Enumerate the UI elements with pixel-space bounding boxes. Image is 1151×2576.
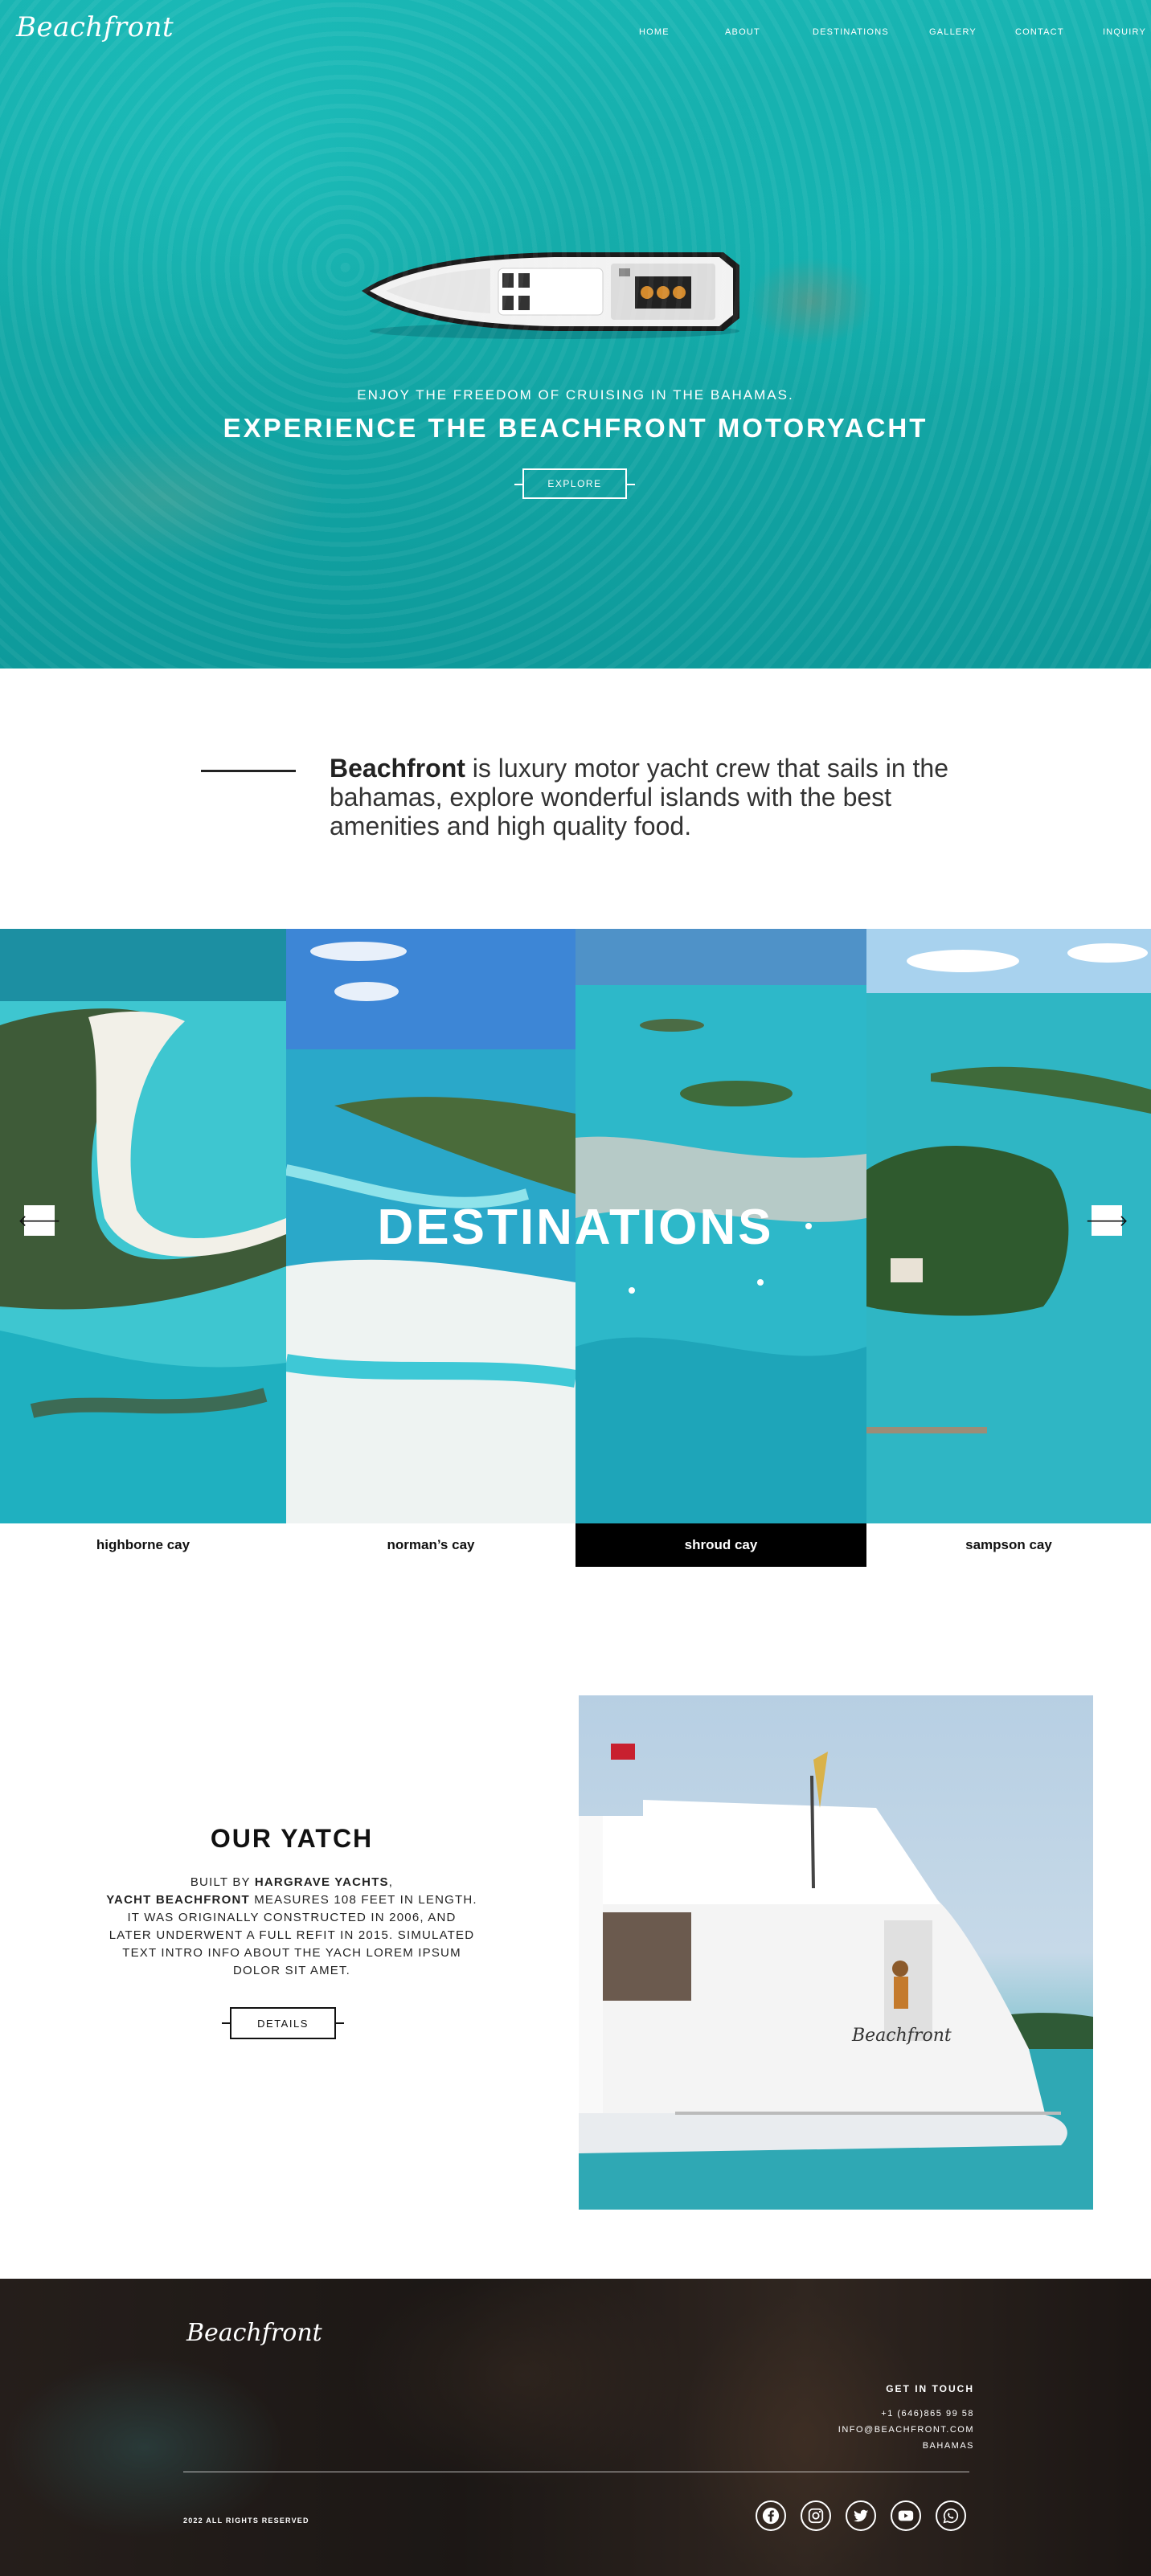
youtube-link[interactable] — [891, 2500, 921, 2531]
nav-gallery[interactable]: GALLERY — [929, 27, 977, 37]
contact-block: GET IN TOUCH +1 (646)865 99 58 INFO@BEAC… — [838, 2383, 974, 2454]
details-button-label: DETAILS — [257, 2017, 309, 2030]
yacht-desc-comma: , — [388, 1875, 394, 1889]
intro-divider — [201, 770, 296, 772]
button-tick-left — [514, 484, 522, 485]
carousel-next-button[interactable]: 🡒 — [1085, 1205, 1128, 1236]
arrow-right-icon: 🡒 — [1085, 1212, 1128, 1230]
contact-location: BAHAMAS — [922, 2441, 974, 2451]
destinations-title: DESTINATIONS — [377, 1200, 774, 1255]
yacht-section-title: OUR YATCH — [210, 1824, 374, 1853]
destination-label-shroud[interactable]: shroud cay — [576, 1523, 866, 1567]
main-nav: HOME ABOUT DESTINATIONS GALLERY CONTACT … — [588, 27, 1151, 43]
details-button[interactable]: DETAILS — [222, 2007, 344, 2039]
destinations-section: DESTINATIONS 🡐 🡒 highborne cay norman’s … — [0, 929, 1151, 1568]
twitter-link[interactable] — [846, 2500, 876, 2531]
boat-wake — [748, 257, 876, 346]
destination-label-sampson[interactable]: sampson cay — [866, 1523, 1151, 1567]
facebook-icon — [762, 2507, 780, 2525]
whatsapp-link[interactable] — [936, 2500, 966, 2531]
footer: Beachfront GET IN TOUCH +1 (646)865 99 5… — [0, 2279, 1151, 2576]
social-links — [756, 2500, 973, 2536]
site-logo[interactable]: Beachfront — [16, 11, 174, 43]
explore-button-label: EXPLORE — [547, 478, 602, 489]
carousel-prev-button[interactable]: 🡐 — [18, 1205, 61, 1236]
arrow-left-icon: 🡐 — [18, 1212, 61, 1230]
nav-about[interactable]: ABOUT — [725, 27, 760, 37]
nav-home[interactable]: HOME — [639, 27, 670, 37]
nav-destinations[interactable]: DESTINATIONS — [813, 27, 889, 37]
destination-label-highborne[interactable]: highborne cay — [0, 1523, 286, 1567]
intro-brand: Beachfront — [330, 754, 465, 783]
nav-inquiry[interactable]: INQUIRY — [1103, 27, 1146, 37]
youtube-icon — [898, 2510, 914, 2521]
yacht-name: YACHT BEACHFRONT — [106, 1893, 250, 1907]
button-tick-right — [627, 484, 635, 485]
yacht-desc-prefix: BUILT BY — [190, 1875, 255, 1889]
yacht-photo: Beachfront — [579, 1695, 1093, 2210]
nav-contact[interactable]: CONTACT — [1015, 27, 1064, 37]
button-tick-left — [222, 2022, 230, 2024]
contact-phone[interactable]: +1 (646)865 99 58 — [838, 2406, 974, 2422]
instagram-link[interactable] — [801, 2500, 831, 2531]
twitter-icon — [853, 2509, 869, 2522]
button-tick-right — [336, 2022, 344, 2024]
boat-name-lettering: Beachfront — [851, 2026, 952, 2046]
facebook-link[interactable] — [756, 2500, 786, 2531]
yacht-builder: HARGRAVE YACHTS — [254, 1875, 389, 1889]
instagram-icon — [808, 2508, 824, 2524]
yacht-description: BUILT BY HARGRAVE YACHTS, YACHT BEACHFRON… — [104, 1874, 479, 1980]
yacht-stern-image: Beachfront — [579, 1744, 1093, 2210]
hero-section: Beachfront HOME ABOUT DESTINATIONS GALLE… — [0, 0, 1151, 669]
hero-subtitle: ENJOY THE FREEDOM OF CRUISING IN THE BAH… — [357, 387, 794, 403]
intro-text: Beachfront is luxury motor yacht crew th… — [330, 754, 973, 840]
hero-title: EXPERIENCE THE BEACHFRONT MOTORYACHT — [223, 413, 928, 443]
copyright-text: 2022 ALL RIGHTS RESERVED — [183, 2517, 309, 2525]
contact-heading: GET IN TOUCH — [886, 2383, 974, 2394]
destination-label-normans[interactable]: norman’s cay — [286, 1523, 576, 1567]
footer-logo[interactable]: Beachfront — [186, 2319, 322, 2347]
explore-button[interactable]: EXPLORE — [514, 468, 635, 499]
whatsapp-icon — [943, 2508, 959, 2524]
motor-yacht-image — [362, 252, 739, 339]
contact-email[interactable]: INFO@BEACHFRONT.COM — [838, 2422, 974, 2438]
